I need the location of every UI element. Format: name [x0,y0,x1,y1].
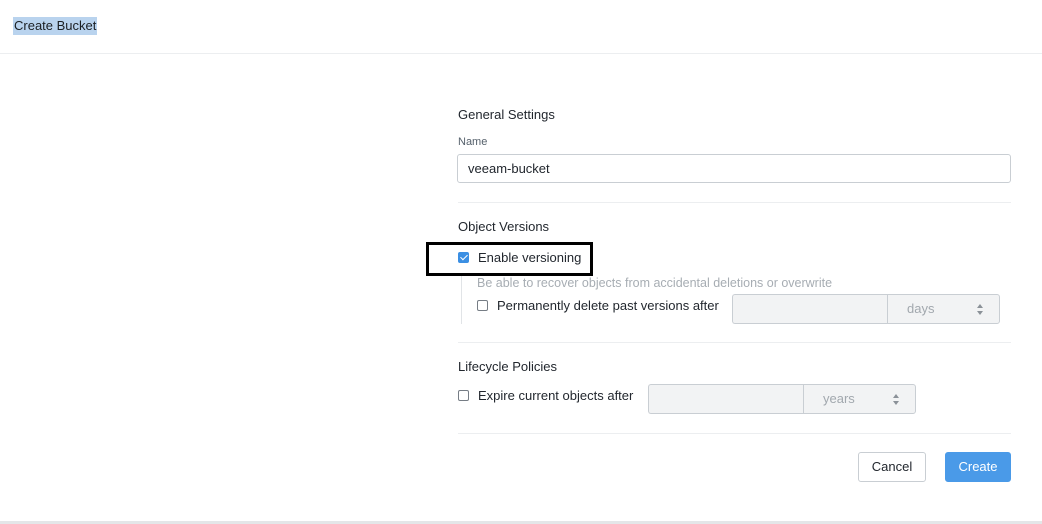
expire-objects-label[interactable]: Expire current objects after [478,388,633,404]
versioning-helper-text: Be able to recover objects from accident… [477,276,833,290]
delete-unit-value: days [907,301,935,316]
general-settings-heading: General Settings [458,107,555,122]
name-input[interactable] [457,154,1011,183]
page-title: Create Bucket [13,17,98,35]
name-label: Name [458,136,488,148]
expire-unit-value: years [823,391,855,406]
delete-after-input[interactable] [732,294,888,324]
enable-versioning-checkbox[interactable] [458,252,469,263]
section-divider [458,342,1011,343]
enable-versioning-label[interactable]: Enable versioning [478,250,581,266]
expire-unit-select[interactable]: years [803,384,916,414]
versioning-indent-bar [461,276,462,324]
expire-after-input[interactable] [648,384,804,414]
section-divider [458,202,1011,203]
lifecycle-policies-heading: Lifecycle Policies [458,359,557,374]
delete-past-versions-label[interactable]: Permanently delete past versions after [497,298,719,314]
delete-unit-select[interactable]: days [887,294,1000,324]
cancel-button[interactable]: Cancel [858,452,926,482]
updown-arrows-icon [977,304,983,315]
object-versions-heading: Object Versions [458,219,550,234]
section-divider [458,433,1011,434]
create-button[interactable]: Create [945,452,1011,482]
page-header [0,0,1042,54]
delete-past-versions-checkbox[interactable] [477,300,488,311]
updown-arrows-icon [893,394,899,405]
expire-objects-checkbox[interactable] [458,390,469,401]
